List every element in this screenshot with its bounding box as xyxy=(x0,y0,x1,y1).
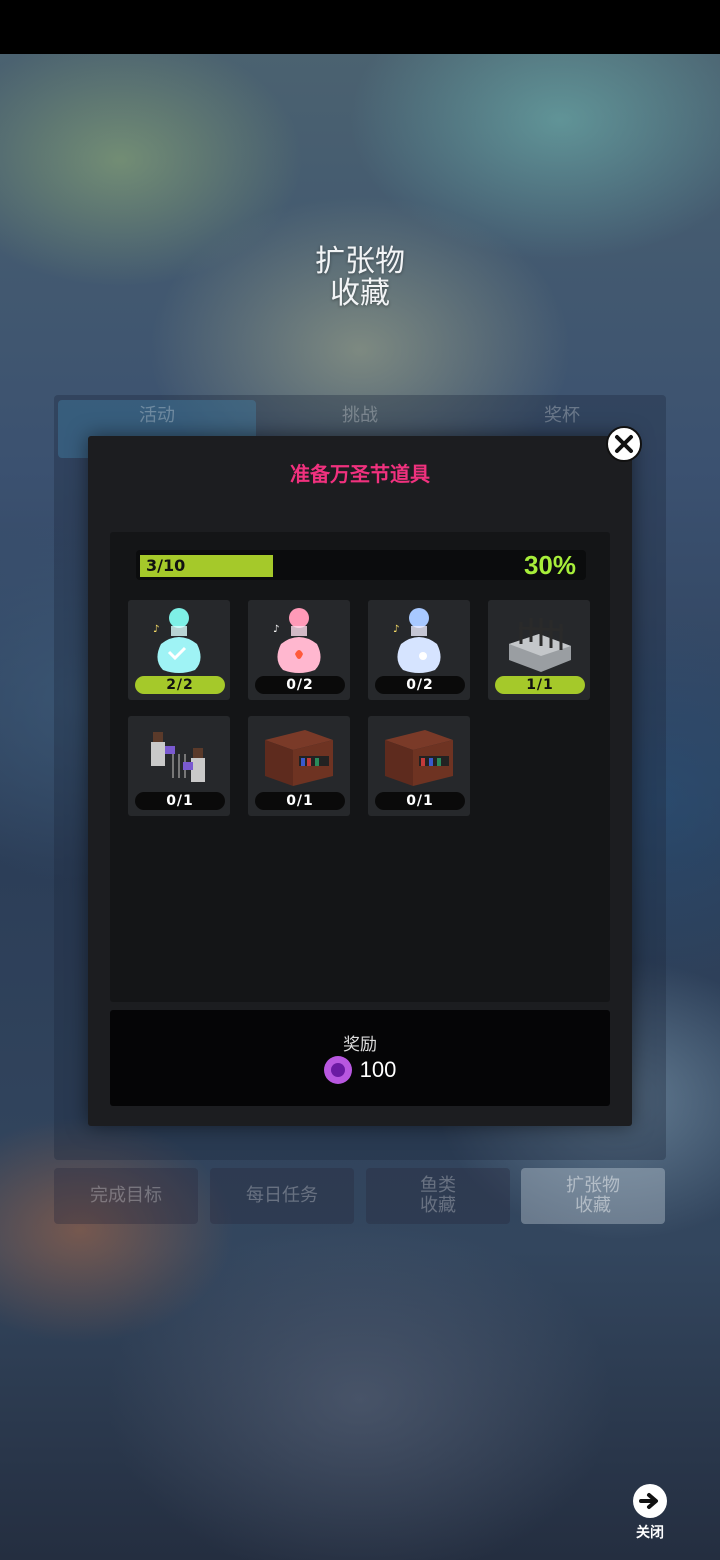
bookshelf-icon xyxy=(385,730,453,786)
spiked-fence-icon xyxy=(509,618,571,672)
tab-activity-label: 活动 xyxy=(139,405,175,426)
bottom-tab-goals-label: 完成目标 xyxy=(90,1185,162,1206)
item-blue-potion[interactable]: ♪ 0/2 xyxy=(368,600,470,700)
item-count-badge: 1/1 xyxy=(495,676,585,694)
bottom-tab-expansion: 扩张物 收藏 xyxy=(521,1168,665,1224)
progress-bar: 3/10 30% xyxy=(136,550,586,580)
item-count-badge: 0/1 xyxy=(375,792,465,810)
svg-text:♪: ♪ xyxy=(273,624,279,635)
item-count-badge: 0/2 xyxy=(375,676,465,694)
svg-text:♪: ♪ xyxy=(153,624,159,635)
modal-title: 准备万圣节道具 xyxy=(290,462,430,486)
reward-amount: 100 xyxy=(359,1057,397,1082)
item-bookshelf[interactable]: 0/1 xyxy=(368,716,470,816)
cyan-potion-icon: ♪ xyxy=(153,608,201,673)
item-pink-potion[interactable]: ♪ 0/2 xyxy=(248,600,350,700)
arrow-right-icon xyxy=(633,1484,667,1518)
close-icon xyxy=(615,435,633,453)
reward-panel: 奖励 100 xyxy=(110,1010,610,1106)
bottom-tab-expansion-label: 扩张物 收藏 xyxy=(566,1175,620,1216)
progress-percent: 30% xyxy=(523,550,576,580)
bookshelf-icon xyxy=(265,730,333,786)
item-spiked-fence[interactable]: 1/1 xyxy=(488,600,590,700)
item-count-badge: 0/1 xyxy=(135,792,225,810)
svg-text:♪: ♪ xyxy=(393,624,399,635)
item-count-badge: 0/2 xyxy=(255,676,345,694)
blue-potion-icon: ♪ xyxy=(393,608,441,673)
bottom-tab-fish: 鱼类 收藏 xyxy=(366,1168,510,1224)
tab-trophy-label: 奖杯 xyxy=(544,405,580,426)
exit-label: 关闭 xyxy=(636,1525,664,1541)
collection-modal: 准备万圣节道具 3/10 30% ♪ 2/2 ♪ 0/2 ♪ 0/2 1/1 0… xyxy=(88,436,632,1126)
bottom-tab-goals: 完成目标 xyxy=(54,1168,198,1224)
item-bookshelf[interactable]: 0/1 xyxy=(248,716,350,816)
close-button[interactable] xyxy=(606,426,642,462)
item-count-badge: 0/1 xyxy=(255,792,345,810)
tab-challenge-label: 挑战 xyxy=(342,405,378,426)
reward-label: 奖励 xyxy=(343,1035,377,1055)
pink-potion-icon: ♪ xyxy=(273,608,321,673)
page-title: 扩张物 收藏 xyxy=(0,246,720,310)
zombie-figures-icon xyxy=(151,732,205,782)
bottom-tab-daily-label: 每日任务 xyxy=(246,1185,318,1206)
bottom-tab-fish-label: 鱼类 收藏 xyxy=(420,1175,456,1216)
reward-row: 100 xyxy=(110,1056,610,1084)
bottom-tab-daily: 每日任务 xyxy=(210,1168,354,1224)
status-bar xyxy=(0,0,720,54)
item-count-badge: 2/2 xyxy=(135,676,225,694)
items-panel: 3/10 30% ♪ 2/2 ♪ 0/2 ♪ 0/2 1/1 0/1 0/1 0… xyxy=(110,532,610,1002)
purple-coin-icon xyxy=(323,1056,352,1084)
item-cyan-potion[interactable]: ♪ 2/2 xyxy=(128,600,230,700)
item-zombie-figures[interactable]: 0/1 xyxy=(128,716,230,816)
progress-count: 3/10 xyxy=(146,556,186,575)
exit-button[interactable]: 关闭 xyxy=(630,1484,670,1542)
page-title-text: 扩张物 收藏 xyxy=(315,244,405,311)
